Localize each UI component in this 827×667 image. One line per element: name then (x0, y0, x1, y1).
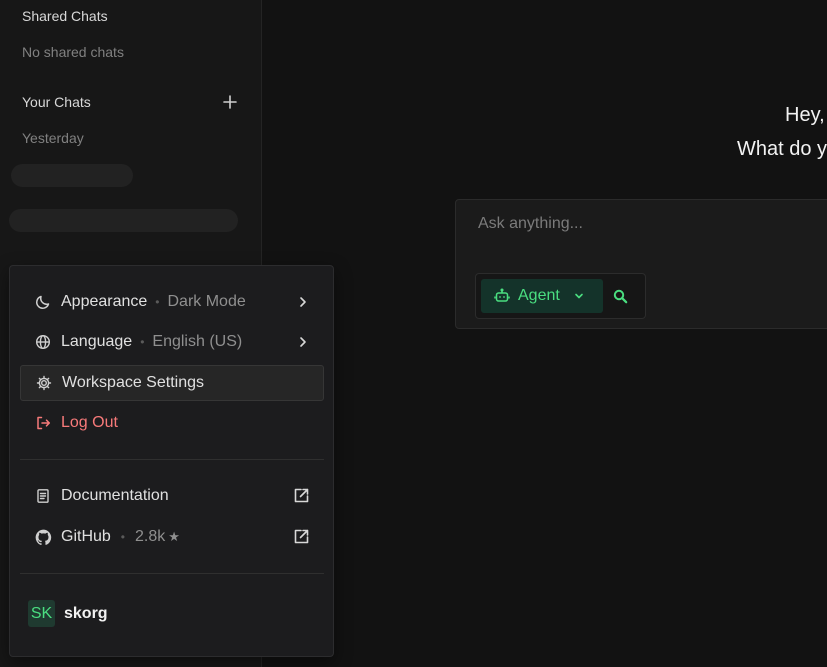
search-icon (613, 289, 627, 303)
composer-toolbar: Agent (475, 273, 646, 319)
menu-item-language[interactable]: Language • English (US) (20, 324, 324, 360)
external-link-icon (293, 528, 310, 545)
document-icon (34, 487, 52, 505)
avatar: SK (28, 600, 55, 627)
chevron-down-icon (574, 291, 584, 301)
agent-mode-button[interactable]: Agent (481, 279, 603, 313)
separator-dot: • (140, 335, 145, 349)
chevron-right-icon (296, 293, 310, 311)
appearance-label: Appearance (61, 293, 148, 310)
plus-icon (223, 95, 237, 109)
gear-icon (35, 374, 53, 392)
chevron-right-icon (296, 333, 310, 351)
globe-icon (34, 333, 52, 351)
separator-dot: • (120, 530, 125, 544)
language-label: Language (61, 333, 133, 350)
shared-chats-empty: No shared chats (22, 44, 124, 60)
app-root: Shared Chats No shared chats Your Chats … (0, 0, 827, 667)
logout-icon (34, 414, 52, 432)
menu-item-github[interactable]: GitHub • 2.8k ★ (20, 519, 324, 555)
agent-mode-label: Agent (518, 287, 560, 304)
chat-input[interactable] (476, 212, 810, 236)
menu-item-appearance[interactable]: Appearance • Dark Mode (20, 284, 324, 320)
user-profile[interactable]: SK skorg (28, 600, 108, 627)
shared-chats-heading: Shared Chats (22, 8, 108, 24)
chat-group-yesterday: Yesterday (22, 130, 84, 146)
menu-item-workspace-settings[interactable]: Workspace Settings (20, 365, 324, 401)
robot-icon (494, 288, 510, 304)
greeting-line-2: What do y (737, 138, 827, 160)
chat-item-loading (9, 209, 238, 232)
chat-composer: Agent (455, 199, 827, 329)
chat-item-loading (11, 164, 133, 187)
github-stars-count: 2.8k (135, 528, 166, 545)
menu-item-log-out[interactable]: Log Out (20, 405, 324, 441)
separator-dot: • (155, 295, 160, 309)
documentation-label: Documentation (61, 487, 169, 504)
user-name: skorg (64, 604, 108, 622)
new-chat-button[interactable] (220, 92, 240, 112)
star-icon: ★ (168, 529, 180, 544)
greeting-line-1: Hey, (785, 104, 825, 126)
language-value: English (US) (152, 333, 243, 350)
workspace-settings-label: Workspace Settings (62, 374, 204, 391)
external-link-icon (293, 487, 310, 504)
moon-icon (34, 293, 52, 311)
menu-divider (20, 573, 324, 574)
appearance-value: Dark Mode (167, 293, 246, 310)
web-search-button[interactable] (610, 286, 630, 306)
log-out-label: Log Out (61, 414, 118, 431)
your-chats-heading: Your Chats (22, 94, 91, 110)
user-menu-popup: Appearance • Dark Mode Language • Englis… (9, 265, 334, 657)
github-icon (34, 528, 52, 546)
menu-item-documentation[interactable]: Documentation (20, 478, 324, 514)
menu-divider (20, 459, 324, 460)
github-label: GitHub (61, 528, 111, 545)
